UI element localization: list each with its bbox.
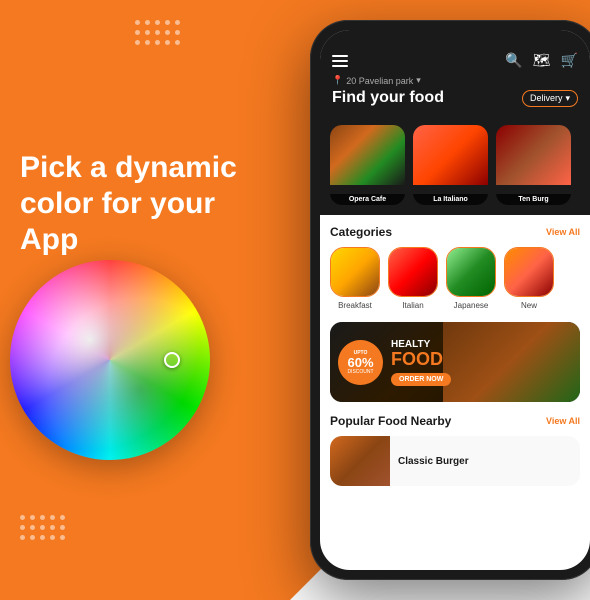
headline-line2: color for your App [20,187,215,256]
popular-item-info-1: Classic Burger [398,456,580,467]
category-italian[interactable]: Italian [388,247,438,310]
find-food-title: Find your food [332,89,444,107]
app-header-top: 🔍 🗺 🛒 [332,52,578,69]
category-image-japanese [447,248,495,296]
banner-text-area: HEALTY FOOD ORDER NOW [391,339,451,386]
popular-section: Popular Food Nearby View All Classic Bur… [320,408,590,492]
wheel-cursor[interactable] [164,352,180,368]
dots-top-decoration [135,20,180,45]
hamburger-icon[interactable] [332,55,348,67]
banner-food-text: FOOD [391,350,451,368]
delivery-arrow-icon: ▾ [565,93,570,104]
header-icons: 🔍 🗺 🛒 [505,52,578,69]
restaurant-card-3[interactable]: Ten Burg [496,125,571,205]
restaurant-label-3: Ten Burg [496,194,571,205]
phone-container: 🔍 🗺 🛒 📍 20 Pavelian park ▾ Find your foo… [310,20,590,580]
order-now-button[interactable]: ORDER NOW [391,373,451,386]
popular-item-1[interactable]: Classic Burger [330,436,580,486]
location-row: 📍 20 Pavelian park ▾ [332,75,578,86]
categories-view-all[interactable]: View All [546,227,580,237]
categories-section: Categories View All Breakfast Ita [320,215,590,316]
banner-food-image [443,322,581,402]
categories-header: Categories View All [330,225,580,239]
featured-section: Opera Cafe La Italiano Ten Burg [320,117,590,215]
dots-bottom-decoration [20,515,65,540]
restaurant-image-1 [330,125,405,185]
restaurant-label-1: Opera Cafe [330,194,405,205]
headline: Pick a dynamic color for your App [20,150,240,258]
discount-percentage: 60% [347,356,373,369]
delivery-label: Delivery [530,93,563,103]
promo-banner[interactable]: UPTO 60% DISCOUNT HEALTY FOOD ORDER NOW [330,322,580,402]
location-arrow-icon: ▾ [416,75,421,86]
category-label-new: New [521,301,537,310]
categories-title: Categories [330,225,392,239]
restaurant-card-2[interactable]: La Italiano [413,125,488,205]
category-label-breakfast: Breakfast [338,301,372,310]
color-wheel[interactable] [10,260,210,460]
category-icon-italian [388,247,438,297]
phone-screen: 🔍 🗺 🛒 📍 20 Pavelian park ▾ Find your foo… [320,30,590,570]
category-image-new [505,248,553,296]
left-content: Pick a dynamic color for your App [20,150,240,278]
cart-icon[interactable]: 🛒 [561,52,578,69]
featured-scroll[interactable]: Opera Cafe La Italiano Ten Burg [320,125,590,215]
popular-view-all[interactable]: View All [546,416,580,426]
category-japanese[interactable]: Japanese [446,247,496,310]
restaurant-label-2: La Italiano [413,194,488,205]
discount-sublabel: DISCOUNT [347,369,373,375]
color-wheel-container[interactable] [10,260,210,460]
map-icon[interactable]: 🗺 [533,52,551,69]
phone-notch [415,30,495,48]
category-breakfast[interactable]: Breakfast [330,247,380,310]
category-icon-japanese [446,247,496,297]
popular-item-image-1 [330,436,390,486]
restaurant-image-2 [413,125,488,185]
popular-header: Popular Food Nearby View All [330,414,580,428]
category-icon-new [504,247,554,297]
delivery-button[interactable]: Delivery ▾ [522,90,578,107]
category-image-italian [389,248,437,296]
find-food-row: Find your food Delivery ▾ [332,89,578,107]
location-text: 20 Pavelian park [346,76,413,86]
category-icon-breakfast [330,247,380,297]
banner-discount-badge: UPTO 60% DISCOUNT [338,340,383,385]
category-label-japanese: Japanese [454,301,489,310]
location-pin-icon: 📍 [332,75,343,86]
restaurant-card-1[interactable]: Opera Cafe [330,125,405,205]
banner-section: UPTO 60% DISCOUNT HEALTY FOOD ORDER NOW [320,316,590,408]
popular-title: Popular Food Nearby [330,414,451,428]
headline-line1: Pick a dynamic [20,151,237,184]
banner-healty-text: HEALTY [391,339,451,350]
search-icon[interactable]: 🔍 [505,52,522,69]
restaurant-image-3 [496,125,571,185]
category-label-italian: Italian [402,301,423,310]
popular-item-name-1: Classic Burger [398,456,580,467]
categories-row: Breakfast Italian Japanese [330,247,580,310]
phone-outer: 🔍 🗺 🛒 📍 20 Pavelian park ▾ Find your foo… [310,20,590,580]
category-image-breakfast [331,248,379,296]
category-new[interactable]: New [504,247,554,310]
